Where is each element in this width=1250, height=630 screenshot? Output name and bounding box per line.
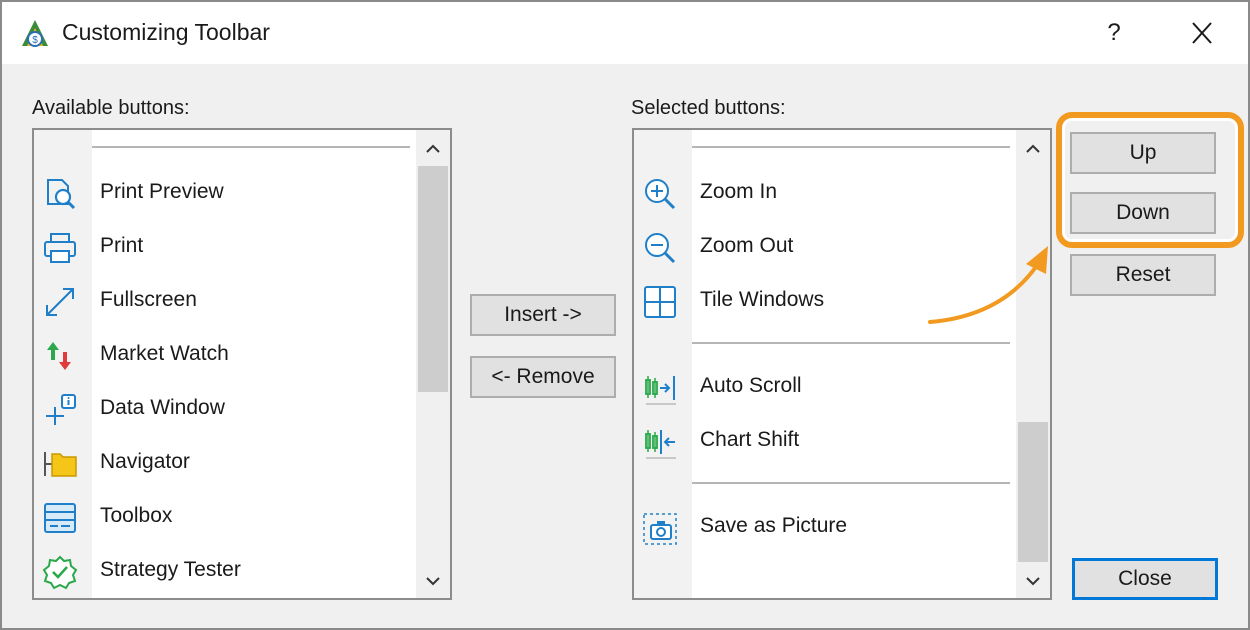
toolbox-icon <box>44 503 76 533</box>
list-item-save-as-picture[interactable]: Save as Picture <box>634 502 1014 552</box>
auto-scroll-icon <box>645 376 676 405</box>
print-preview-icon <box>47 179 76 210</box>
available-buttons-label: Available buttons: <box>32 97 190 119</box>
list-item-label: Print <box>100 234 144 257</box>
market-watch-icon <box>47 342 71 370</box>
list-item-label: Market Watch <box>100 342 229 365</box>
list-item-label: Save as Picture <box>700 514 848 537</box>
chart-shift-icon <box>645 430 676 459</box>
list-separator <box>692 482 1010 484</box>
fullscreen-icon <box>46 288 74 316</box>
zoom-out-icon <box>645 233 676 264</box>
list-item-navigator[interactable]: Navigator <box>34 438 414 488</box>
list-separator <box>92 146 410 148</box>
list-item-strategy-tester[interactable]: Strategy Tester <box>34 546 414 596</box>
scrollbar-thumb[interactable] <box>1018 422 1048 562</box>
app-logo-icon: $ <box>22 20 48 47</box>
scroll-down-arrow-icon[interactable] <box>1016 566 1050 596</box>
list-item-label: Navigator <box>100 450 190 473</box>
selected-list-scrollbar[interactable] <box>1016 130 1050 598</box>
remove-button[interactable]: <- Remove <box>470 356 616 398</box>
list-item-label: Fullscreen <box>100 288 197 311</box>
tile-windows-icon <box>644 286 676 318</box>
available-buttons-list[interactable]: Print Preview Print Fullscreen Market Wa… <box>32 128 452 600</box>
list-item-label: Strategy Tester <box>100 558 241 581</box>
zoom-in-icon <box>645 179 676 210</box>
list-item-label: Data Window <box>100 396 225 419</box>
help-button[interactable]: ? <box>1092 14 1136 52</box>
list-item-fullscreen[interactable]: Fullscreen <box>34 276 414 326</box>
camera-icon <box>643 513 677 545</box>
annotation-arrow-icon <box>928 246 1048 324</box>
svg-text:$: $ <box>32 35 38 46</box>
insert-button[interactable]: Insert -> <box>470 294 616 336</box>
list-separator <box>692 342 1010 344</box>
close-button[interactable]: Close <box>1072 558 1218 600</box>
list-item-label: Tile Windows <box>700 288 825 311</box>
window-title: Customizing Toolbar <box>62 19 270 45</box>
list-item-market-watch[interactable]: Market Watch <box>34 330 414 380</box>
close-window-icon[interactable] <box>1180 14 1224 52</box>
list-item-data-window[interactable]: Data Window <box>34 384 414 434</box>
list-item-label: Zoom Out <box>700 234 794 257</box>
scroll-up-arrow-icon[interactable] <box>416 134 450 164</box>
data-window-icon <box>46 394 76 425</box>
list-item-toolbox[interactable]: Toolbox <box>34 492 414 542</box>
printer-icon <box>44 233 76 263</box>
list-item-label: Print Preview <box>100 180 224 203</box>
list-item-print[interactable]: Print <box>34 222 414 272</box>
available-list-scrollbar[interactable] <box>416 130 450 598</box>
customizing-toolbar-dialog: $ Customizing Toolbar ? Available button… <box>0 0 1250 630</box>
list-item-label: Chart Shift <box>700 428 800 451</box>
list-item-print-preview[interactable]: Print Preview <box>34 168 414 218</box>
scrollbar-thumb[interactable] <box>418 166 448 392</box>
selected-buttons-list[interactable]: Zoom In Zoom Out Tile Windows Auto Scrol… <box>632 128 1052 600</box>
list-separator <box>692 146 1010 148</box>
annotation-highlight-box <box>1056 112 1244 248</box>
navigator-folder-icon <box>44 452 77 477</box>
scroll-up-arrow-icon[interactable] <box>1016 134 1050 164</box>
list-item-label: Zoom In <box>700 180 778 203</box>
selected-buttons-label: Selected buttons: <box>631 97 786 119</box>
list-item-zoom-in[interactable]: Zoom In <box>634 168 1014 218</box>
title-bar: $ Customizing Toolbar ? <box>2 2 1248 64</box>
list-item-chart-shift[interactable]: Chart Shift <box>634 416 1014 466</box>
list-item-label: Toolbox <box>100 504 173 527</box>
reset-button[interactable]: Reset <box>1070 254 1216 296</box>
strategy-tester-icon <box>42 555 78 590</box>
scroll-down-arrow-icon[interactable] <box>416 566 450 596</box>
list-item-auto-scroll[interactable]: Auto Scroll <box>634 362 1014 412</box>
list-item-label: Auto Scroll <box>700 374 802 397</box>
